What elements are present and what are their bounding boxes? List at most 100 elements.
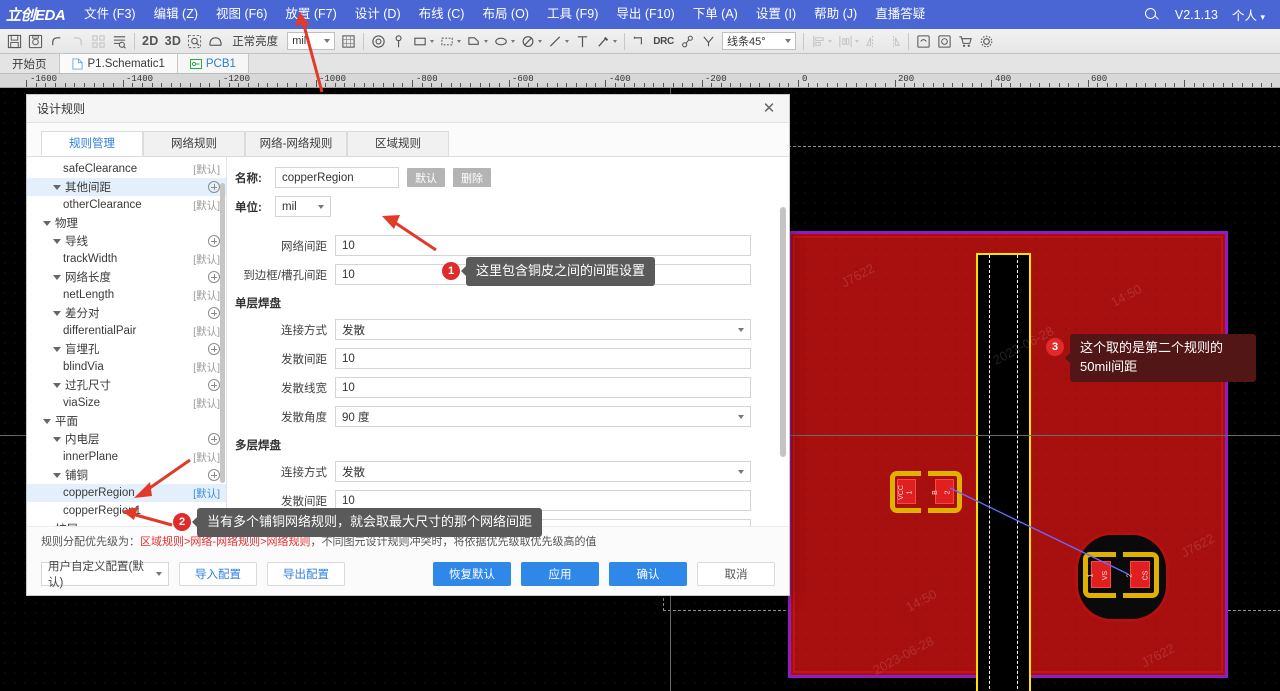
- tree-item-[interactable]: 平面: [27, 412, 226, 430]
- tree-item-[interactable]: 网络长度: [27, 268, 226, 286]
- selected-keepout-rect[interactable]: [976, 253, 1031, 691]
- chevron-down-icon[interactable]: [43, 418, 51, 424]
- single-width-input[interactable]: 10: [335, 377, 751, 398]
- view-3d-button[interactable]: 3D: [162, 31, 185, 52]
- copper-area-icon[interactable]: [437, 31, 464, 52]
- polygon-tool-icon[interactable]: [464, 31, 491, 52]
- chevron-down-icon[interactable]: [53, 238, 61, 244]
- add-rule-icon[interactable]: [208, 181, 220, 193]
- menu-edit[interactable]: 编辑 (Z): [145, 0, 207, 29]
- unit-select[interactable]: mil: [287, 32, 336, 50]
- menu-place[interactable]: 放置 (F7): [276, 0, 345, 29]
- tree-item-[interactable]: 铺铜: [27, 466, 226, 484]
- cart-icon[interactable]: [955, 31, 976, 52]
- tree-item-otherclearance[interactable]: otherClearance [默认]: [27, 196, 226, 214]
- tree-item-[interactable]: 差分对: [27, 304, 226, 322]
- save-icon[interactable]: [4, 31, 25, 52]
- tree-item-[interactable]: 盲埋孔: [27, 340, 226, 358]
- set-default-button[interactable]: 默认: [407, 168, 445, 187]
- tab-start-page[interactable]: 开始页: [0, 54, 60, 73]
- layers-panel-icon[interactable]: [913, 31, 934, 52]
- list-search-icon[interactable]: [109, 31, 130, 52]
- rule-tree[interactable]: safeClearance [默认] 其他间距 otherClearance [默认] 物…: [27, 157, 227, 526]
- tree-item-differentialpair[interactable]: differentialPair [默认]: [27, 322, 226, 340]
- tree-item-[interactable]: 过孔尺寸: [27, 376, 226, 394]
- tab-region-rules[interactable]: 区域规则: [347, 131, 449, 156]
- view-2d-button[interactable]: 2D: [139, 31, 162, 52]
- chevron-down-icon[interactable]: [53, 436, 61, 442]
- route-tool-icon[interactable]: [593, 31, 620, 52]
- line-angle-select[interactable]: 线条45°: [721, 32, 796, 50]
- menu-help[interactable]: 帮助 (J): [805, 0, 866, 29]
- angle-tool-icon[interactable]: [698, 31, 719, 52]
- rect-tool-icon[interactable]: [410, 31, 437, 52]
- chevron-down-icon[interactable]: [53, 382, 61, 388]
- pad-icon[interactable]: [389, 31, 410, 52]
- menu-layout[interactable]: 布局 (O): [473, 0, 538, 29]
- chevron-down-icon[interactable]: [457, 39, 462, 43]
- chevron-down-icon[interactable]: [538, 39, 543, 43]
- add-rule-icon[interactable]: [208, 343, 220, 355]
- menu-settings[interactable]: 设置 (I): [747, 0, 805, 29]
- tab-net-net-rules[interactable]: 网络-网络规则: [245, 131, 347, 156]
- tree-item-[interactable]: 导线: [27, 232, 226, 250]
- tree-item-viasize[interactable]: viaSize [默认]: [27, 394, 226, 412]
- chevron-down-icon[interactable]: [53, 472, 61, 478]
- add-rule-icon[interactable]: [208, 433, 220, 445]
- menu-file[interactable]: 文件 (F3): [75, 0, 144, 29]
- tree-item-[interactable]: 内电层: [27, 430, 226, 448]
- tab-schematic[interactable]: P1.Schematic1: [59, 54, 178, 73]
- menu-export[interactable]: 导出 (F10): [607, 0, 683, 29]
- search-icon[interactable]: [1144, 7, 1160, 23]
- cancel-button[interactable]: 取消: [697, 562, 775, 586]
- chevron-down-icon[interactable]: [43, 220, 51, 226]
- add-rule-icon[interactable]: [208, 379, 220, 391]
- chevron-down-icon[interactable]: [565, 39, 570, 43]
- tree-scrollbar[interactable]: [220, 183, 225, 483]
- tree-item-[interactable]: 其他间距: [27, 178, 226, 196]
- chevron-down-icon[interactable]: [430, 39, 435, 43]
- add-rule-icon[interactable]: [208, 235, 220, 247]
- chevron-down-icon[interactable]: [613, 39, 618, 43]
- tab-net-rules[interactable]: 网络规则: [143, 131, 245, 156]
- chevron-down-icon[interactable]: [484, 39, 489, 43]
- chevron-down-icon[interactable]: [53, 274, 61, 280]
- via-icon[interactable]: [368, 31, 389, 52]
- tree-item-[interactable]: 物理: [27, 214, 226, 232]
- brightness-button[interactable]: 正常亮度: [226, 31, 284, 52]
- close-icon[interactable]: ✕: [759, 99, 779, 119]
- tree-item-copperregion[interactable]: copperRegion [默认]: [27, 484, 226, 502]
- apply-button[interactable]: 应用: [521, 562, 599, 586]
- tree-item-trackwidth[interactable]: trackWidth [默认]: [27, 250, 226, 268]
- ellipse-tool-icon[interactable]: [491, 31, 518, 52]
- multi-connect-select[interactable]: 发散: [335, 461, 751, 482]
- horizontal-ruler[interactable]: -1600 -1400 -1200 -1000 -800 -600 -400 -…: [0, 74, 1280, 88]
- menu-view[interactable]: 视图 (F6): [207, 0, 276, 29]
- menu-tools[interactable]: 工具 (F9): [538, 0, 607, 29]
- name-input[interactable]: copperRegion: [275, 167, 399, 188]
- zoom-selection-icon[interactable]: [184, 31, 205, 52]
- single-connect-select[interactable]: 发散: [335, 319, 751, 340]
- line-tool-icon[interactable]: [545, 31, 572, 52]
- tab-pcb[interactable]: PCB1: [177, 54, 249, 73]
- tree-item-safeclearance[interactable]: safeClearance [默认]: [27, 160, 226, 178]
- tree-item-innerplane[interactable]: innerPlane [默认]: [27, 448, 226, 466]
- chevron-down-icon[interactable]: [53, 184, 61, 190]
- account-menu[interactable]: 个人 ▾: [1225, 5, 1272, 24]
- menu-order[interactable]: 下单 (A): [684, 0, 747, 29]
- net-clearance-input[interactable]: 10: [335, 235, 751, 256]
- grid-settings-icon[interactable]: [338, 31, 359, 52]
- single-spacing-input[interactable]: 10: [335, 348, 751, 369]
- single-angle-select[interactable]: 90 度: [335, 406, 751, 427]
- tab-rule-management[interactable]: 规则管理: [41, 131, 143, 156]
- restore-defaults-button[interactable]: 恢复默认: [433, 562, 511, 586]
- component-pad-right[interactable]: 1 VS 2 CS: [1083, 552, 1159, 598]
- save-as-icon[interactable]: [25, 31, 46, 52]
- menu-route[interactable]: 布线 (C): [410, 0, 474, 29]
- add-rule-icon[interactable]: [208, 271, 220, 283]
- chevron-down-icon[interactable]: [53, 346, 61, 352]
- export-config-button[interactable]: 导出配置: [267, 562, 345, 586]
- import-config-button[interactable]: 导入配置: [179, 562, 257, 586]
- add-rule-icon[interactable]: [208, 469, 220, 481]
- menu-live-qa[interactable]: 直播答疑: [866, 0, 934, 29]
